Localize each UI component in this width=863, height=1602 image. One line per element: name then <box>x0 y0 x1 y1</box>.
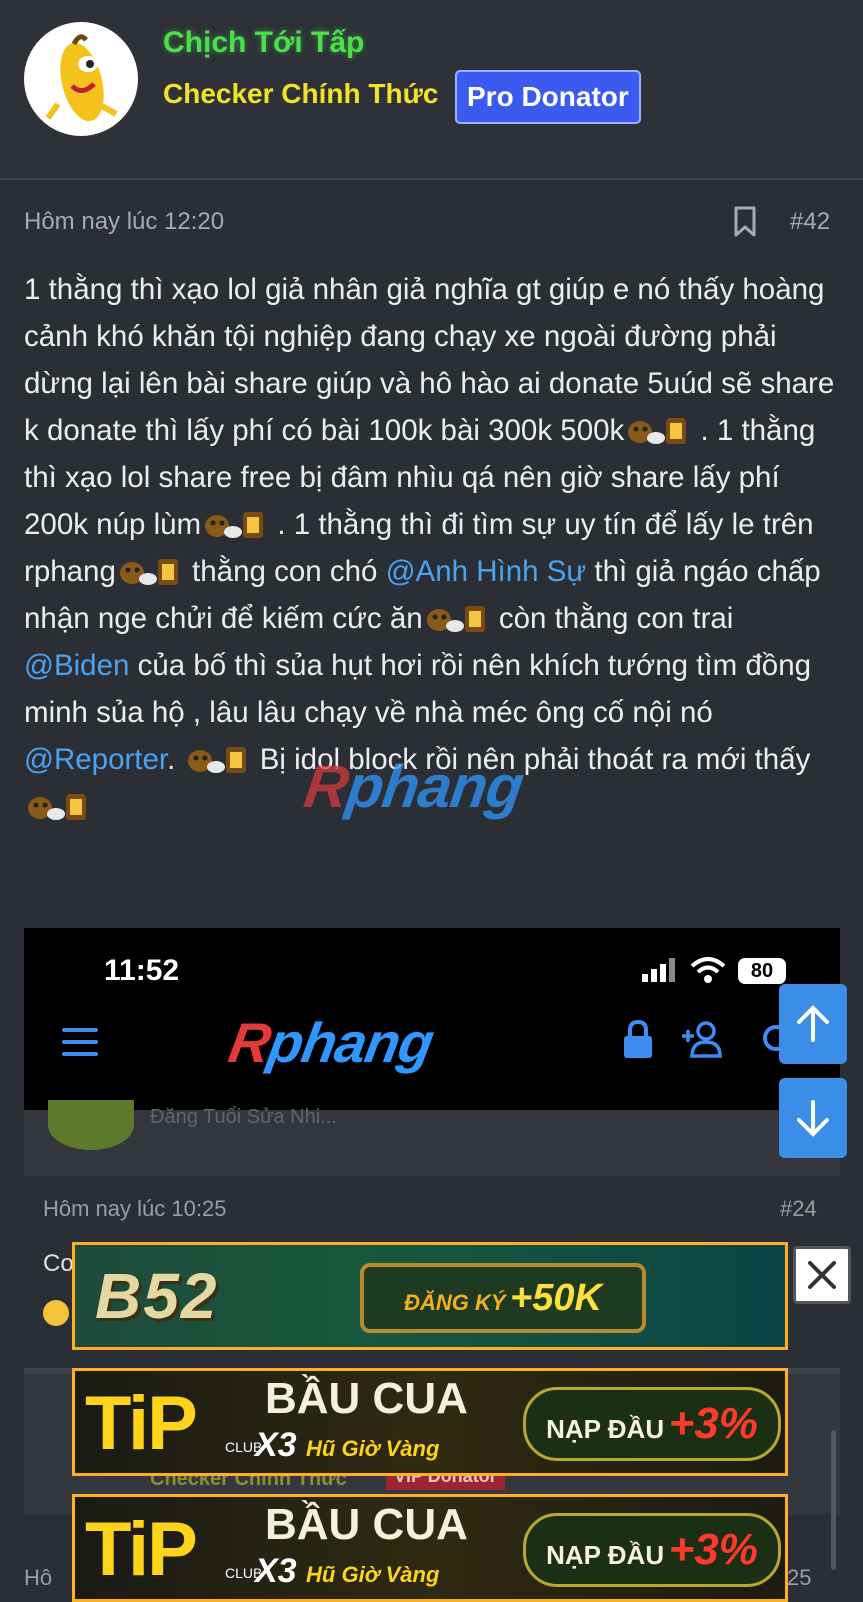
tip-cta-label: NẠP ĐẦU <box>546 1540 665 1570</box>
scroll-down-button[interactable] <box>779 1078 847 1158</box>
arrow-down-icon <box>797 1100 829 1137</box>
post-text-segment: thằng con chó <box>183 555 386 588</box>
bear-money-emoji-icon <box>28 794 86 820</box>
tip-x3: X3 <box>255 1426 297 1464</box>
bear-money-emoji-icon <box>187 747 246 773</box>
post-timestamp[interactable]: Hô <box>24 1565 52 1591</box>
tip-headline: BẦU CUA <box>265 1500 468 1549</box>
post-number[interactable]: #24 <box>780 1196 817 1222</box>
post-author-header: Chịch Tới Tấp Checker Chính Thức Pro Don… <box>0 0 863 180</box>
tip-club-ad-banner[interactable]: TiP CLUB BẦU CUA X3 Hũ Giờ Vàng NẠP ĐẦU … <box>72 1368 788 1476</box>
hamburger-menu-icon <box>62 1028 98 1064</box>
post-text-segment: . <box>167 743 184 776</box>
bear-money-emoji-icon <box>205 512 264 538</box>
b52-ad-banner[interactable]: B52 ĐĂNG KÝ +50K <box>72 1242 788 1350</box>
scroll-up-button[interactable] <box>779 984 847 1064</box>
arrow-up-icon <box>797 1005 829 1042</box>
embedded-screenshot-image[interactable]: 11:52 80 Rphang <box>24 928 840 1110</box>
rphang-logo: Rphang <box>224 1010 438 1075</box>
post-text-segment: còn thằng con trai <box>490 602 734 635</box>
bookmark-icon[interactable] <box>733 206 757 238</box>
avatar[interactable] <box>24 22 138 136</box>
user-mention-link[interactable]: @Biden <box>24 649 129 682</box>
tip-deposit-button[interactable]: NẠP ĐẦU +3% <box>523 1513 781 1587</box>
avatar <box>48 1100 134 1150</box>
tip-subline: X3 Hũ Giờ Vàng <box>255 1551 439 1595</box>
tip-x3: X3 <box>255 1552 297 1590</box>
b52-cta-label: ĐĂNG KÝ <box>404 1290 506 1315</box>
b52-cta-bonus: +50K <box>510 1277 602 1319</box>
close-icon <box>808 1261 836 1289</box>
tip-golden-hour: Hũ Giờ Vàng <box>306 1436 440 1461</box>
user-title: Checker Chính Thức <box>163 78 439 109</box>
tip-deposit-button[interactable]: NẠP ĐẦU +3% <box>523 1387 781 1461</box>
b52-logo: B52 <box>95 1260 219 1332</box>
pro-donator-badge: Pro Donator <box>455 70 641 124</box>
lock-icon <box>624 1020 652 1058</box>
tip-headline: BẦU CUA <box>265 1374 468 1423</box>
tip-logo: TiP <box>85 1381 198 1466</box>
watermark-phang: phang <box>342 753 528 820</box>
b52-signup-button[interactable]: ĐĂNG KÝ +50K <box>360 1263 646 1333</box>
tip-club-ad-banner[interactable]: TiP CLUB BẦU CUA X3 Hũ Giờ Vàng NẠP ĐẦU … <box>72 1494 788 1602</box>
close-ad-button[interactable] <box>793 1246 851 1304</box>
post-number[interactable]: 25 <box>787 1565 811 1591</box>
partial-post-card: Đăng Tuổi Sửa Nhi... <box>24 1100 840 1176</box>
user-mention-link[interactable]: @Reporter <box>24 743 167 776</box>
user-mention-link[interactable]: @Anh Hình Sự <box>386 555 587 588</box>
post-timestamp[interactable]: Hôm nay lúc 10:25 <box>43 1196 226 1222</box>
bear-money-emoji-icon <box>628 418 687 444</box>
tip-cta-bonus: +3% <box>668 1399 758 1448</box>
tip-subline: X3 Hũ Giờ Vàng <box>255 1425 439 1469</box>
username[interactable]: Chịch Tới Tấp <box>163 26 364 60</box>
banana-avatar-icon <box>45 34 118 122</box>
scrollbar[interactable] <box>831 1430 836 1570</box>
post-number[interactable]: #42 <box>790 208 830 236</box>
signal-icon <box>642 958 675 982</box>
add-user-icon <box>682 1021 722 1058</box>
tip-logo: TiP <box>85 1507 198 1592</box>
logo-phang: phang <box>263 1011 438 1074</box>
bear-money-emoji-icon <box>426 606 485 632</box>
tip-cta-bonus: +3% <box>668 1525 758 1574</box>
battery-icon: 80 <box>738 958 786 984</box>
status-bar-time: 11:52 <box>104 954 180 987</box>
post-body: 1 thằng thì xạo lol giả nhân giả nghĩa g… <box>24 266 844 830</box>
bear-money-emoji-icon <box>119 559 178 585</box>
tip-golden-hour: Hũ Giờ Vàng <box>306 1562 440 1587</box>
post-text-segment: của bố thì sủa hụt hơi rồi nên khích tướ… <box>24 649 812 729</box>
tip-cta-label: NẠP ĐẦU <box>546 1414 665 1444</box>
faded-post-text: Đăng Tuổi Sửa Nhi... <box>150 1106 337 1128</box>
rphang-watermark: Rphang <box>300 752 527 821</box>
post-timestamp[interactable]: Hôm nay lúc 12:20 <box>24 208 224 236</box>
post-body: Co <box>43 1250 74 1277</box>
laugh-emoji-icon <box>43 1300 69 1326</box>
wifi-icon <box>690 957 726 983</box>
